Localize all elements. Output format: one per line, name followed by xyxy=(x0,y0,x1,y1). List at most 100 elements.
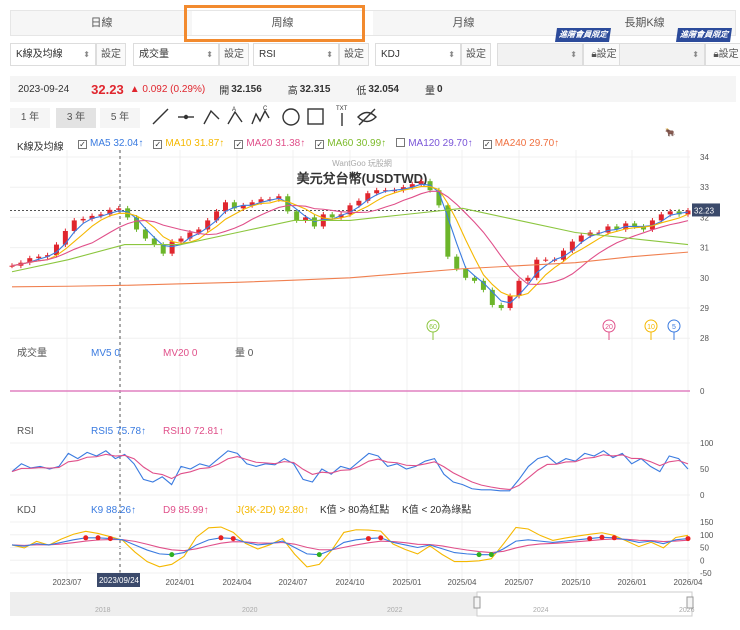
stock-chart[interactable]: 3433323130292832.23WantGoo 玩股網美元兌台幣(USDT… xyxy=(0,150,740,630)
chevron-updown-icon: ⬍ xyxy=(206,50,213,59)
range-5y-button[interactable]: 5 年 xyxy=(100,108,140,128)
chevron-updown-icon: ⬍ xyxy=(83,50,90,59)
indicator-select-value: RSI xyxy=(259,49,276,60)
checkbox[interactable]: ✓ xyxy=(153,140,163,149)
chevron-updown-icon: ⬍ xyxy=(448,50,455,59)
volume-label: 量 xyxy=(424,85,435,97)
indicator-settings-button[interactable]: 設定 xyxy=(96,43,126,66)
indicator-select-value: 成交量 xyxy=(139,49,169,60)
rsi-title: RSI xyxy=(17,426,34,437)
range-3y-button[interactable]: 3 年 xyxy=(56,108,96,128)
indicator-select[interactable]: 成交量 ⬍ xyxy=(133,43,219,66)
navigator-year-label: 2024 xyxy=(533,607,549,614)
ma-legend-label: MA5 32.04↑ xyxy=(90,138,144,149)
indicator-settings-button[interactable]: 設定 xyxy=(219,43,249,66)
premium-badge: 進階會員限定 xyxy=(555,28,611,42)
candle xyxy=(294,211,300,221)
svg-text:C: C xyxy=(263,106,268,112)
checkbox[interactable] xyxy=(396,138,406,147)
current-price-tag-label: 32.23 xyxy=(694,206,715,215)
indicator-settings-button[interactable]: 🔒︎設定 xyxy=(705,43,740,66)
candle xyxy=(356,200,362,206)
abcd-pattern-tool-icon[interactable]: A xyxy=(227,107,243,125)
ma-legend-label: MA10 31.87↑ xyxy=(165,138,225,149)
candle xyxy=(463,268,469,278)
checkbox[interactable]: ✓ xyxy=(482,140,492,149)
drawing-toolbar: A C TXT xyxy=(152,106,377,126)
kdj-red-dot xyxy=(365,536,371,542)
kdj-red-dot xyxy=(95,535,101,541)
kdj-axis-tick: 50 xyxy=(700,544,709,553)
chart-title: 美元兌台幣(USDTWD) xyxy=(297,171,428,186)
indicator-select-value: K線及均線 xyxy=(16,49,63,60)
ma-legend-item[interactable]: ✓ MA10 31.87↑ xyxy=(153,138,224,149)
indicator-select[interactable]: K線及均線 ⬍ xyxy=(10,43,96,66)
quote-price: 32.23 xyxy=(91,81,124,97)
kdj-axis-tick: 0 xyxy=(700,556,705,565)
price-axis-tick: 34 xyxy=(700,153,709,162)
highlight-box xyxy=(184,5,365,42)
indicator-select[interactable]: ⬍ xyxy=(497,43,583,66)
candle xyxy=(454,256,460,269)
ma-marker-label: 5 xyxy=(672,324,676,331)
checkbox[interactable]: ✓ xyxy=(78,140,87,149)
price-axis-tick: 31 xyxy=(700,244,709,253)
ma-legend-label: MA60 30.99↑ xyxy=(327,138,387,149)
ma-legend-item[interactable]: ✓ MA5 32.04↑ xyxy=(78,138,143,149)
indicator-select[interactable]: KDJ ⬍ xyxy=(375,43,461,66)
wave-pattern-tool-icon[interactable]: C xyxy=(251,106,270,125)
text-tool-icon[interactable]: TXT xyxy=(336,106,348,126)
settings-label: 設定 xyxy=(224,49,244,60)
indicator-select[interactable]: ⬍ xyxy=(619,43,705,66)
tab-daily[interactable]: 日線 xyxy=(11,11,192,35)
trend-line-tool-icon[interactable] xyxy=(152,108,169,125)
x-axis-label: 2024/10 xyxy=(336,578,365,587)
x-axis-label: 2024/04 xyxy=(223,578,252,587)
volume-value: 量 0 xyxy=(235,347,254,359)
indicator-settings-button[interactable]: 設定 xyxy=(461,43,491,66)
navigator-year-label: 2018 xyxy=(95,607,111,614)
candle xyxy=(329,214,335,218)
x-axis-label: 2026/04 xyxy=(674,578,703,587)
navigator-left-handle[interactable] xyxy=(473,596,481,609)
ma-legend-item[interactable]: ✓ MA240 29.70↑ xyxy=(482,138,559,149)
navigator-right-handle[interactable] xyxy=(686,596,694,609)
candle xyxy=(71,220,77,231)
x-axis-label: 2023/07 xyxy=(53,578,82,587)
settings-label: 設定 xyxy=(718,49,739,60)
settings-label: 設定 xyxy=(596,49,617,60)
indicator-settings-button[interactable]: 設定 xyxy=(339,43,369,66)
price-axis-tick: 30 xyxy=(700,274,709,283)
candle xyxy=(116,208,122,210)
chevron-updown-icon: ⬍ xyxy=(570,50,577,59)
angle-tool-icon[interactable] xyxy=(203,109,220,125)
ma-legend-item[interactable]: ✓ MA60 30.99↑ xyxy=(315,138,386,149)
ma-legend-item[interactable]: MA120 29.70↑ xyxy=(396,138,473,149)
hide-drawings-icon[interactable] xyxy=(357,108,377,126)
volume-value: 0 xyxy=(436,83,443,95)
ma-legend-label: MA120 29.70↑ xyxy=(408,138,473,149)
high-value: 32.315 xyxy=(299,83,331,95)
circle-tool-icon[interactable] xyxy=(282,108,300,126)
volume-axis-tick: 0 xyxy=(700,387,705,396)
x-axis-label: 2025/01 xyxy=(393,578,422,587)
range-1y-button[interactable]: 1 年 xyxy=(10,108,50,128)
candle xyxy=(472,277,478,281)
ma-marker-label: 20 xyxy=(605,324,613,331)
horizontal-line-tool-icon[interactable] xyxy=(178,114,194,120)
checkbox[interactable]: ✓ xyxy=(315,140,325,149)
kdj-red-note: K值 > 80為紅點 xyxy=(320,503,389,516)
rectangle-tool-icon[interactable] xyxy=(307,108,324,125)
checkbox[interactable]: ✓ xyxy=(234,140,244,149)
quote-date: 2023-09-24 xyxy=(18,83,70,95)
chevron-updown-icon: ⬍ xyxy=(326,50,333,59)
indicator-select[interactable]: RSI ⬍ xyxy=(253,43,339,66)
kdj-red-dot xyxy=(230,536,236,542)
volume-mv5: MV5 0 xyxy=(91,348,120,359)
ma-legend-label: MA20 31.38↑ xyxy=(246,138,306,149)
kdj-green-dot xyxy=(316,552,322,558)
navigator-year-label: 2022 xyxy=(387,607,403,614)
tab-monthly[interactable]: 月線 xyxy=(373,11,554,35)
ma-legend-item[interactable]: ✓ MA20 31.38↑ xyxy=(234,138,305,149)
candle xyxy=(36,256,42,259)
